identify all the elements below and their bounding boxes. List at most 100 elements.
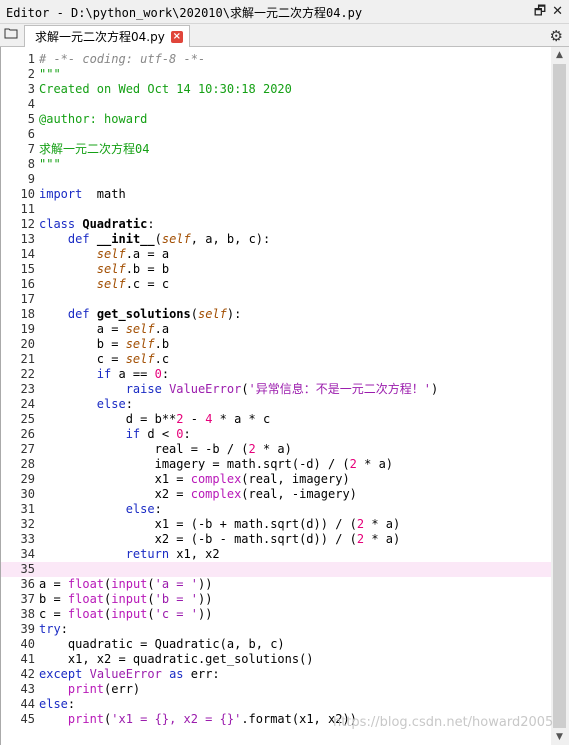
code-line[interactable]: 20 b = self.b xyxy=(1,337,551,352)
line-number: 22 xyxy=(20,367,35,381)
code-line[interactable]: 8 """ xyxy=(1,157,551,172)
code-line[interactable]: 25 d = b**2 - 4 * a * c xyxy=(1,412,551,427)
code-line[interactable]: 44 else: xyxy=(1,697,551,712)
line-number: 8 xyxy=(27,157,35,171)
tab-file[interactable]: 求解一元二次方程04.py × xyxy=(24,25,190,47)
code-token: (real, -imagery) xyxy=(241,487,357,501)
code-line[interactable]: 26 if d < 0: xyxy=(1,427,551,442)
code-token: : xyxy=(154,502,162,516)
code-text: # -*- coding: utf-8 -*- xyxy=(39,52,205,67)
code-line[interactable]: 27 real = -b / (2 * a) xyxy=(1,442,551,457)
line-number: 3 xyxy=(27,82,35,96)
code-line[interactable]: 32 x1 = (-b + math.sqrt(d)) / (2 * a) xyxy=(1,517,551,532)
code-line[interactable]: 29 x1 = complex(real, imagery) xyxy=(1,472,551,487)
code-token: float xyxy=(67,607,105,621)
code-line[interactable]: 24 else: xyxy=(1,397,551,412)
scroll-thumb[interactable] xyxy=(553,64,566,728)
code-line[interactable]: 9 xyxy=(1,172,551,187)
code-token: : xyxy=(67,697,76,711)
line-number: 9 xyxy=(27,172,35,186)
code-text: import math xyxy=(39,187,126,202)
code-token: : xyxy=(60,622,68,636)
code-token: c = xyxy=(39,352,126,366)
code-text: @author: howard xyxy=(39,112,147,127)
code-token: .a xyxy=(154,322,170,336)
code-line[interactable]: 33 x2 = (-b - math.sqrt(d)) / (2 * a) xyxy=(1,532,551,547)
code-line[interactable]: 28 imagery = math.sqrt(-d) / (2 * a) xyxy=(1,457,551,472)
code-token: ( xyxy=(241,382,249,396)
code-token: ( xyxy=(154,232,162,246)
code-token: (real, imagery) xyxy=(241,472,350,486)
gear-icon[interactable]: ⚙ xyxy=(550,27,563,45)
code-line[interactable]: 39 try: xyxy=(1,622,551,637)
code-line[interactable]: 13 def __init__(self, a, b, c): xyxy=(1,232,551,247)
code-token: self xyxy=(161,232,191,246)
code-token: else xyxy=(125,502,155,516)
code-line[interactable]: 2 """ xyxy=(1,67,551,82)
code-token: * a) xyxy=(255,442,292,456)
tab-close-icon[interactable]: × xyxy=(170,30,183,43)
line-number: 45 xyxy=(20,712,35,726)
code-line[interactable]: 21 c = self.c xyxy=(1,352,551,367)
close-icon[interactable]: ✕ xyxy=(552,4,563,19)
code-line[interactable]: 42 except ValueError as err: xyxy=(1,667,551,682)
line-number: 6 xyxy=(27,127,35,141)
line-number: 24 xyxy=(20,397,35,411)
code-token: ValueError xyxy=(89,667,162,681)
code-line[interactable]: 1 # -*- coding: utf-8 -*- xyxy=(1,52,551,67)
code-line[interactable]: 38 c = float(input('c = ')) xyxy=(1,607,551,622)
code-line[interactable]: 10 import math xyxy=(1,187,551,202)
code-line[interactable]: 12 class Quadratic: xyxy=(1,217,551,232)
code-line[interactable]: 35 xyxy=(1,562,551,577)
code-line[interactable]: 23 raise ValueError('异常信息：不是一元二次方程！') xyxy=(1,382,551,397)
code-token: ( xyxy=(147,592,155,606)
line-number: 26 xyxy=(20,427,35,441)
vertical-scrollbar[interactable]: ▲ ▼ xyxy=(551,47,568,745)
code-line[interactable]: 4 xyxy=(1,97,551,112)
code-line[interactable]: 22 if a == 0: xyxy=(1,367,551,382)
line-number: 39 xyxy=(20,622,35,636)
code-line[interactable]: 30 x2 = complex(real, -imagery) xyxy=(1,487,551,502)
code-token: )) xyxy=(197,577,213,591)
code-line[interactable]: 36 a = float(input('a = ')) xyxy=(1,577,551,592)
code-line[interactable]: 34 return x1, x2 xyxy=(1,547,551,562)
code-line[interactable]: 43 print(err) xyxy=(1,682,551,697)
code-line[interactable]: 5 @author: howard xyxy=(1,112,551,127)
line-number: 11 xyxy=(20,202,35,216)
code-token: 2 xyxy=(176,412,184,426)
code-line[interactable]: 6 xyxy=(1,127,551,142)
code-token: self xyxy=(125,322,155,336)
code-editor[interactable]: 1 # -*- coding: utf-8 -*- 2 """ 3 Created on … xyxy=(0,47,551,745)
code-text: if d < 0: xyxy=(39,427,191,442)
code-token: float xyxy=(67,577,105,591)
restore-icon[interactable]: 🗗 xyxy=(534,4,546,19)
code-line[interactable]: 7 求解一元二次方程04 xyxy=(1,142,551,157)
code-text: raise ValueError('异常信息：不是一元二次方程！') xyxy=(39,382,439,397)
code-line[interactable]: 18 def get_solutions(self): xyxy=(1,307,551,322)
line-number: 44 xyxy=(20,697,35,711)
code-line[interactable]: 41 x1, x2 = quadratic.get_solutions() xyxy=(1,652,551,667)
code-line[interactable]: 11 xyxy=(1,202,551,217)
code-token: input xyxy=(111,592,148,606)
folder-icon[interactable] xyxy=(4,27,18,39)
code-token: : xyxy=(183,427,191,441)
scroll-up-icon[interactable]: ▲ xyxy=(551,47,568,63)
scroll-down-icon[interactable]: ▼ xyxy=(551,729,568,745)
code-line[interactable]: 17 xyxy=(1,292,551,307)
code-line[interactable]: 31 else: xyxy=(1,502,551,517)
code-token: import xyxy=(39,187,83,201)
code-line[interactable]: 3 Created on Wed Oct 14 10:30:18 2020 xyxy=(1,82,551,97)
code-line[interactable]: 14 self.a = a xyxy=(1,247,551,262)
code-line[interactable]: 40 quadratic = Quadratic(a, b, c) xyxy=(1,637,551,652)
code-line[interactable]: 15 self.b = b xyxy=(1,262,551,277)
code-text: x1, x2 = quadratic.get_solutions() xyxy=(39,652,314,667)
code-line[interactable]: 16 self.c = c xyxy=(1,277,551,292)
code-token: d = b** xyxy=(39,412,177,426)
code-line[interactable]: 37 b = float(input('b = ')) xyxy=(1,592,551,607)
code-line[interactable]: 19 a = self.a xyxy=(1,322,551,337)
